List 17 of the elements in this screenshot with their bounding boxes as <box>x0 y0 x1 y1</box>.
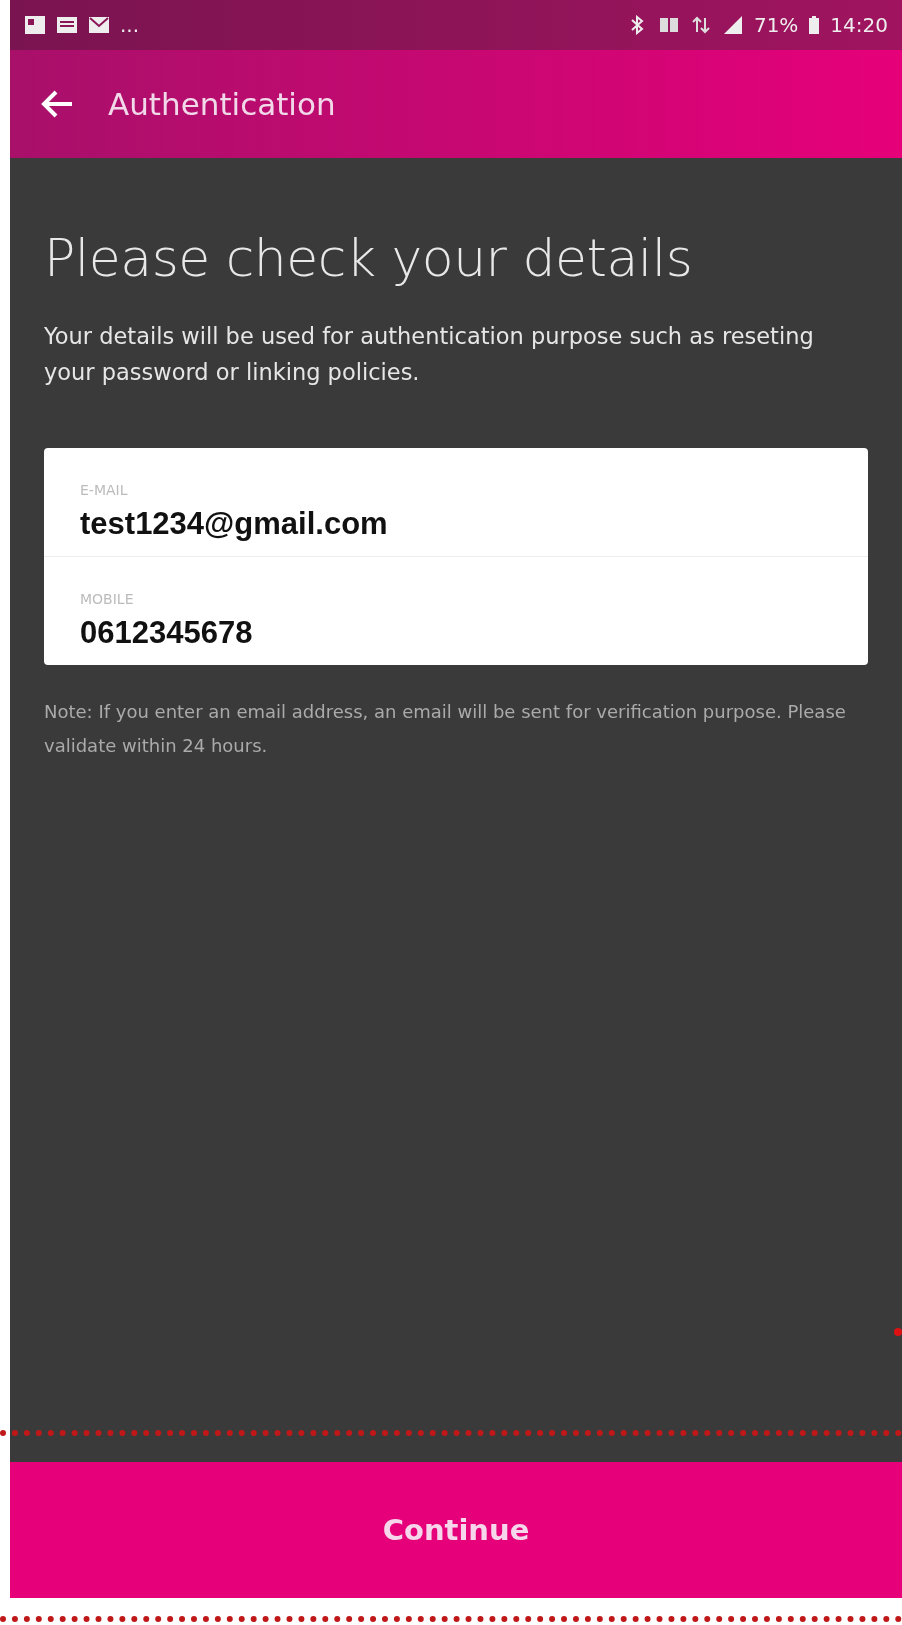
battery-icon <box>808 15 821 35</box>
overflow-indicator: ... <box>120 13 140 37</box>
field-label: MOBILE <box>80 591 135 607</box>
input-field[interactable]: 0612345678 <box>80 615 832 651</box>
battery-level: 71% <box>753 13 799 37</box>
clock: 14:20 <box>830 13 888 37</box>
intro-text: Your details will be used for authentication purpose such as reseting your password or linking policies. <box>44 322 815 387</box>
message-icon <box>56 15 78 35</box>
page-heading: Please check your details <box>44 228 694 288</box>
back-icon[interactable] <box>40 89 74 119</box>
input-field[interactable]: test1234@gmail.com <box>80 506 832 542</box>
screen-title: Authentication <box>108 86 336 122</box>
mail-icon <box>88 15 110 35</box>
field-label: E-MAIL <box>80 482 129 498</box>
note-text: Note: If you enter an email address, an email will be sent for verification purpose. Please validate within 24 hours. <box>44 700 847 758</box>
picture-icon <box>24 15 46 35</box>
marker-dot <box>894 1328 902 1336</box>
